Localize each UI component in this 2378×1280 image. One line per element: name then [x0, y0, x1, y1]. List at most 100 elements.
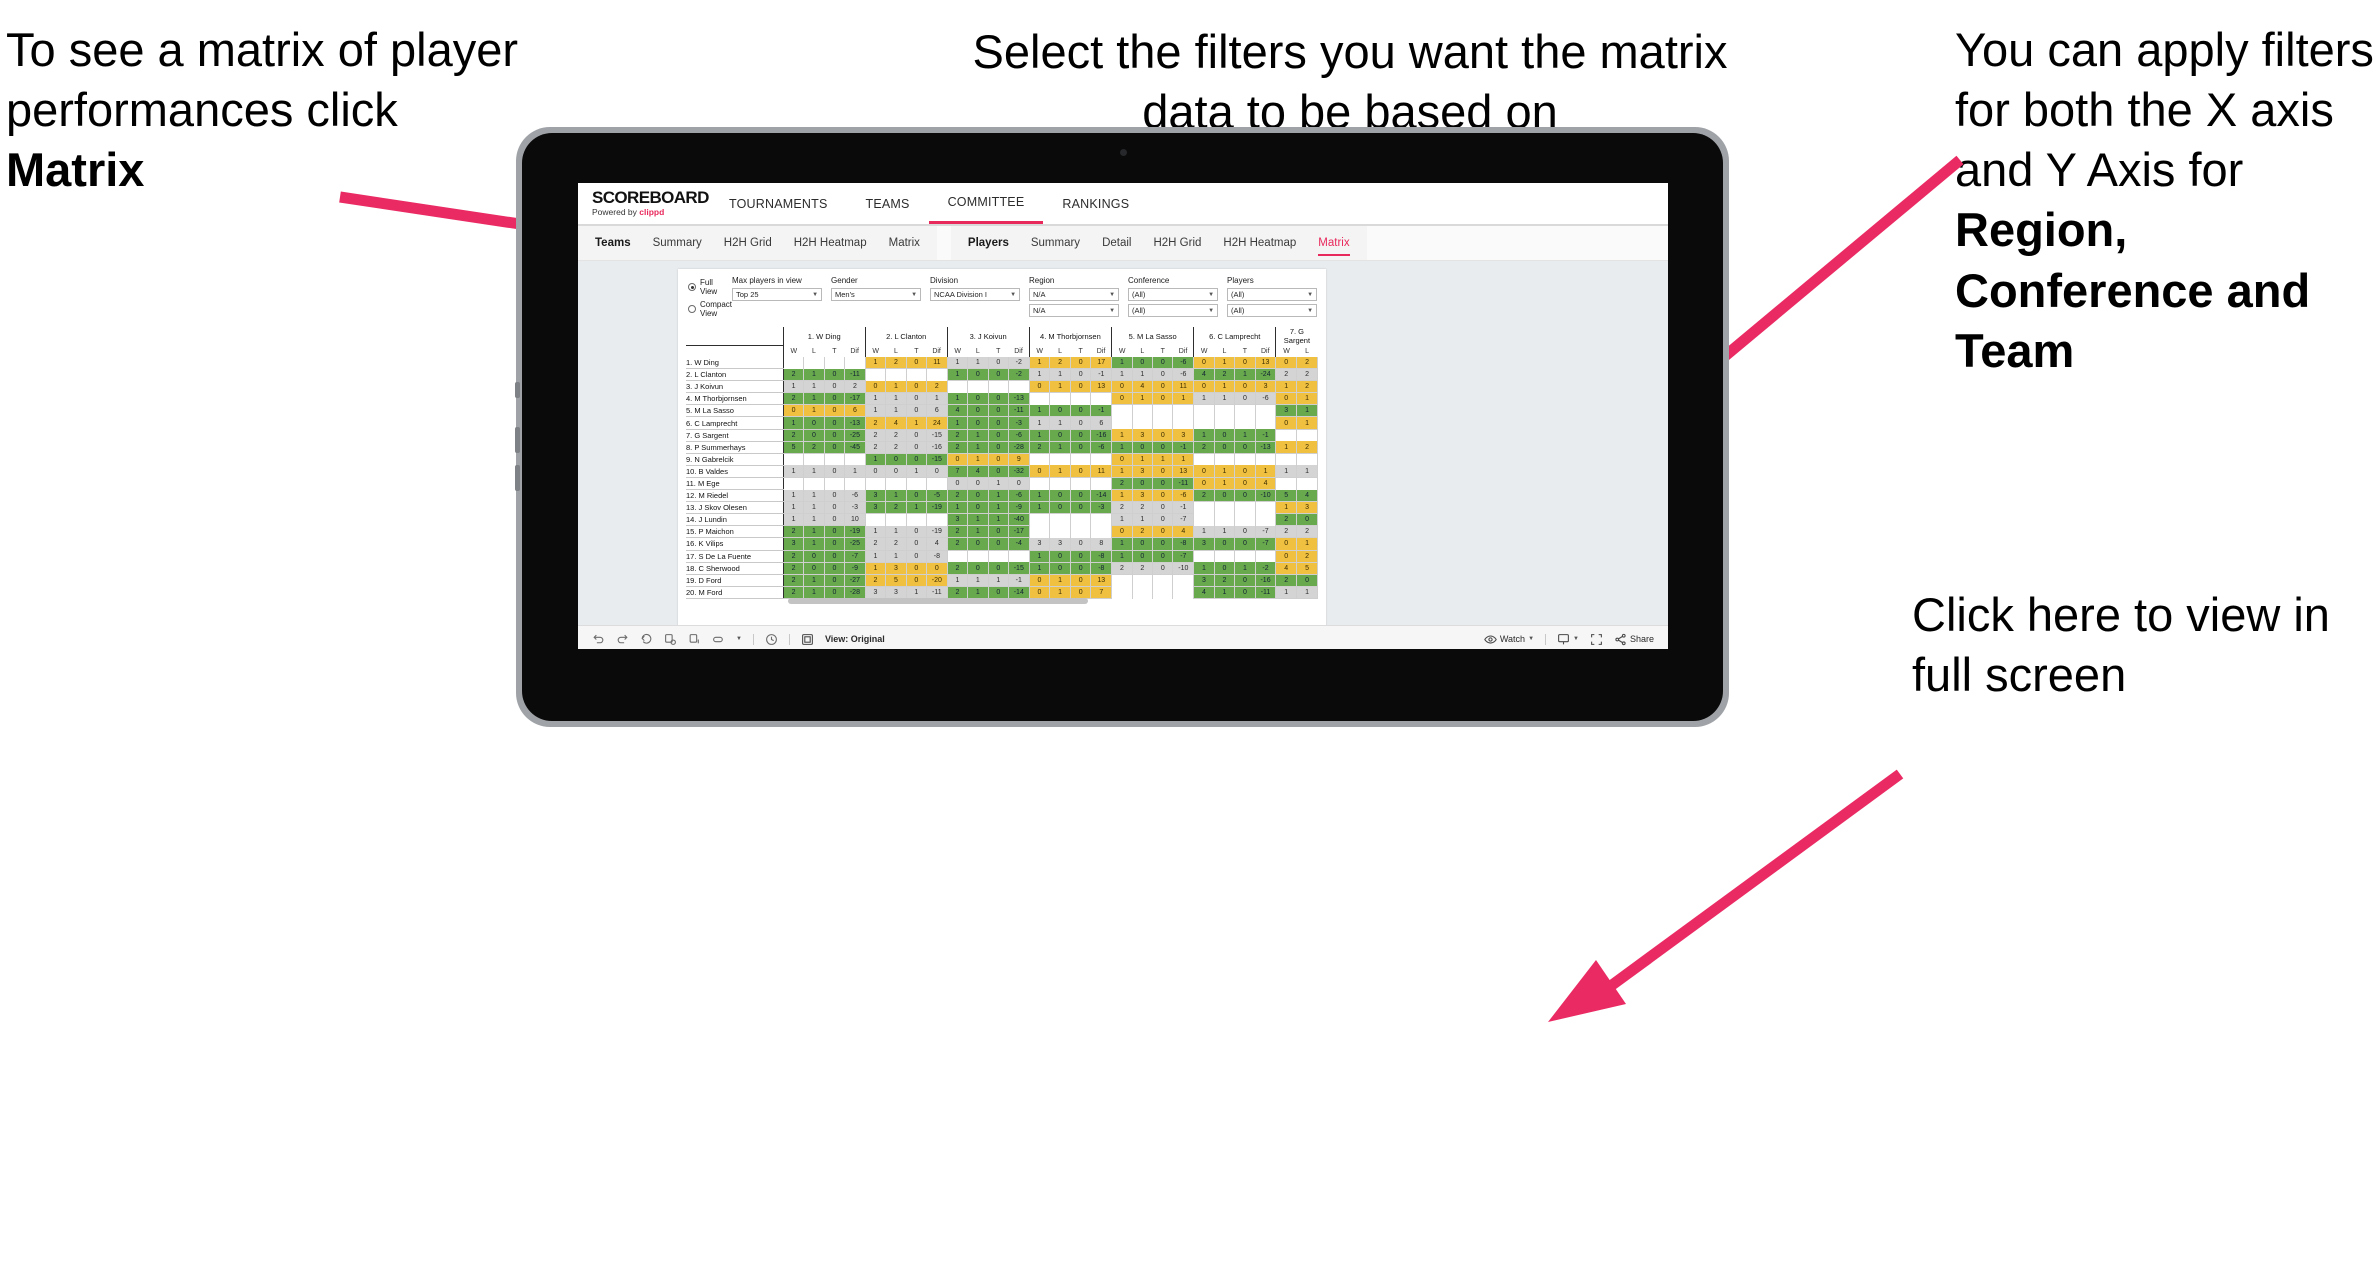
matrix-cell[interactable]: 1: [1296, 586, 1318, 599]
matrix-cell[interactable]: 1: [885, 380, 907, 394]
matrix-cell[interactable]: [1070, 477, 1092, 490]
matrix-cell[interactable]: -19: [844, 525, 866, 539]
matrix-cell[interactable]: 0: [1132, 550, 1154, 563]
matrix-cell[interactable]: 0: [1111, 392, 1133, 406]
matrix-cell[interactable]: -1: [1090, 404, 1113, 418]
matrix-cell[interactable]: 2: [864, 537, 887, 551]
matrix-cell[interactable]: 1: [1255, 465, 1277, 478]
matrix-cell[interactable]: [1214, 501, 1236, 514]
matrix-cell[interactable]: [1090, 453, 1113, 466]
matrix-cell[interactable]: 1: [803, 392, 825, 406]
matrix-cell[interactable]: -11: [1255, 586, 1277, 599]
matrix-cell[interactable]: 17: [1090, 357, 1113, 370]
matrix-cell[interactable]: [988, 550, 1009, 563]
matrix-cell[interactable]: 2: [864, 574, 887, 587]
matrix-cell[interactable]: [1255, 501, 1277, 514]
matrix-cell[interactable]: 2: [782, 392, 805, 406]
matrix-cell[interactable]: -8: [1090, 562, 1113, 575]
matrix-cell[interactable]: 5: [782, 441, 805, 454]
matrix-cell[interactable]: 2: [1296, 357, 1318, 370]
matrix-cell[interactable]: [1070, 513, 1092, 526]
matrix-cell[interactable]: 0: [1296, 574, 1318, 587]
matrix-cell[interactable]: 1: [1111, 513, 1133, 527]
radio-compact-view[interactable]: Compact View: [688, 300, 732, 318]
matrix-cell[interactable]: 0: [1275, 537, 1298, 551]
matrix-cell[interactable]: 0: [824, 489, 846, 503]
matrix-cell[interactable]: 4: [1132, 380, 1154, 394]
matrix-cell[interactable]: [1193, 513, 1215, 526]
matrix-cell[interactable]: 6: [1090, 416, 1113, 430]
matrix-cell[interactable]: [1152, 574, 1174, 587]
matrix-cell[interactable]: [926, 477, 948, 490]
matrix-cell[interactable]: [1090, 477, 1113, 490]
matrix-cell[interactable]: 5: [1296, 562, 1318, 575]
matrix-cell[interactable]: 1: [946, 416, 969, 430]
matrix-cell[interactable]: 0: [803, 562, 825, 575]
matrix-cell[interactable]: 0: [885, 453, 907, 466]
matrix-cell[interactable]: [1255, 550, 1277, 563]
matrix-cell[interactable]: 2: [946, 562, 969, 575]
matrix-cell[interactable]: -1: [1172, 441, 1195, 454]
matrix-cell[interactable]: -27: [844, 574, 866, 587]
matrix-cell[interactable]: -6: [1008, 429, 1030, 442]
matrix-cell[interactable]: 0: [1049, 489, 1071, 503]
matrix-cell[interactable]: 0: [1049, 550, 1071, 563]
matrix-cell[interactable]: 1: [803, 368, 825, 382]
matrix-cell[interactable]: 1: [864, 562, 887, 575]
matrix-cell[interactable]: 4: [1172, 525, 1195, 539]
matrix-cell[interactable]: 0: [803, 429, 825, 442]
matrix-cell[interactable]: 0: [1152, 441, 1174, 454]
matrix-cell[interactable]: 0: [824, 513, 846, 527]
view-original-label[interactable]: View: Original: [825, 634, 885, 644]
matrix-cell[interactable]: 0: [988, 404, 1009, 418]
matrix-cell[interactable]: 0: [1234, 441, 1256, 454]
matrix-cell[interactable]: [1296, 453, 1318, 466]
matrix-cell[interactable]: 1: [1234, 368, 1256, 382]
matrix-cell[interactable]: 1: [803, 586, 825, 599]
matrix-cell[interactable]: -28: [1008, 441, 1030, 454]
matrix-cell[interactable]: 1: [988, 489, 1009, 503]
matrix-cell[interactable]: 2: [1049, 357, 1071, 370]
matrix-cell[interactable]: [1214, 404, 1236, 417]
matrix-cell[interactable]: -1: [1255, 429, 1277, 442]
matrix-cell[interactable]: 3: [946, 513, 969, 527]
matrix-cell[interactable]: 0: [1193, 380, 1215, 394]
matrix-cell[interactable]: [1132, 416, 1154, 430]
matrix-cell[interactable]: 13: [1255, 357, 1277, 370]
matrix-cell[interactable]: -32: [1008, 465, 1030, 478]
matrix-cell[interactable]: 0: [1214, 489, 1236, 503]
matrix-cell[interactable]: -8: [1090, 550, 1113, 563]
matrix-cell[interactable]: -7: [1172, 513, 1195, 527]
matrix-cell[interactable]: -11: [1172, 477, 1195, 491]
matrix-cell[interactable]: [1111, 416, 1133, 430]
matrix-cell[interactable]: 0: [906, 380, 928, 394]
matrix-cell[interactable]: 0: [1275, 357, 1298, 370]
matrix-cell[interactable]: 0: [1070, 368, 1092, 382]
matrix-cell[interactable]: [1234, 513, 1256, 526]
matrix-cell[interactable]: 0: [988, 537, 1009, 551]
matrix-cell[interactable]: 0: [1028, 465, 1051, 478]
matrix-cell[interactable]: 0: [906, 525, 928, 539]
matrix-cell[interactable]: 1: [1214, 357, 1236, 370]
matrix-cell[interactable]: 2: [885, 537, 907, 551]
matrix-cell[interactable]: 0: [1111, 380, 1133, 394]
matrix-cell[interactable]: 9: [1008, 453, 1030, 466]
matrix-cell[interactable]: -16: [926, 441, 948, 454]
matrix-cell[interactable]: 0: [906, 562, 928, 575]
matrix-cell[interactable]: -9: [1008, 501, 1030, 515]
matrix-cell[interactable]: 0: [1193, 465, 1215, 478]
matrix-cell[interactable]: 2: [1028, 441, 1051, 454]
matrix-cell[interactable]: [988, 380, 1009, 393]
matrix-cell[interactable]: 0: [946, 477, 969, 491]
matrix-cell[interactable]: -25: [844, 537, 866, 551]
matrix-cell[interactable]: 1: [1028, 489, 1051, 503]
matrix-cell[interactable]: [1049, 453, 1071, 466]
tablet-button-power[interactable]: [515, 382, 520, 398]
matrix-cell[interactable]: 0: [1152, 392, 1174, 406]
matrix-cell[interactable]: -6: [1255, 392, 1277, 406]
matrix-cell[interactable]: 0: [1049, 562, 1071, 575]
matrix-cell[interactable]: [967, 380, 989, 393]
matrix-cell[interactable]: 0: [1234, 586, 1256, 599]
matrix-cell[interactable]: -2: [1008, 368, 1030, 382]
subnav-teams-h2h-heatmap[interactable]: H2H Heatmap: [783, 226, 878, 260]
